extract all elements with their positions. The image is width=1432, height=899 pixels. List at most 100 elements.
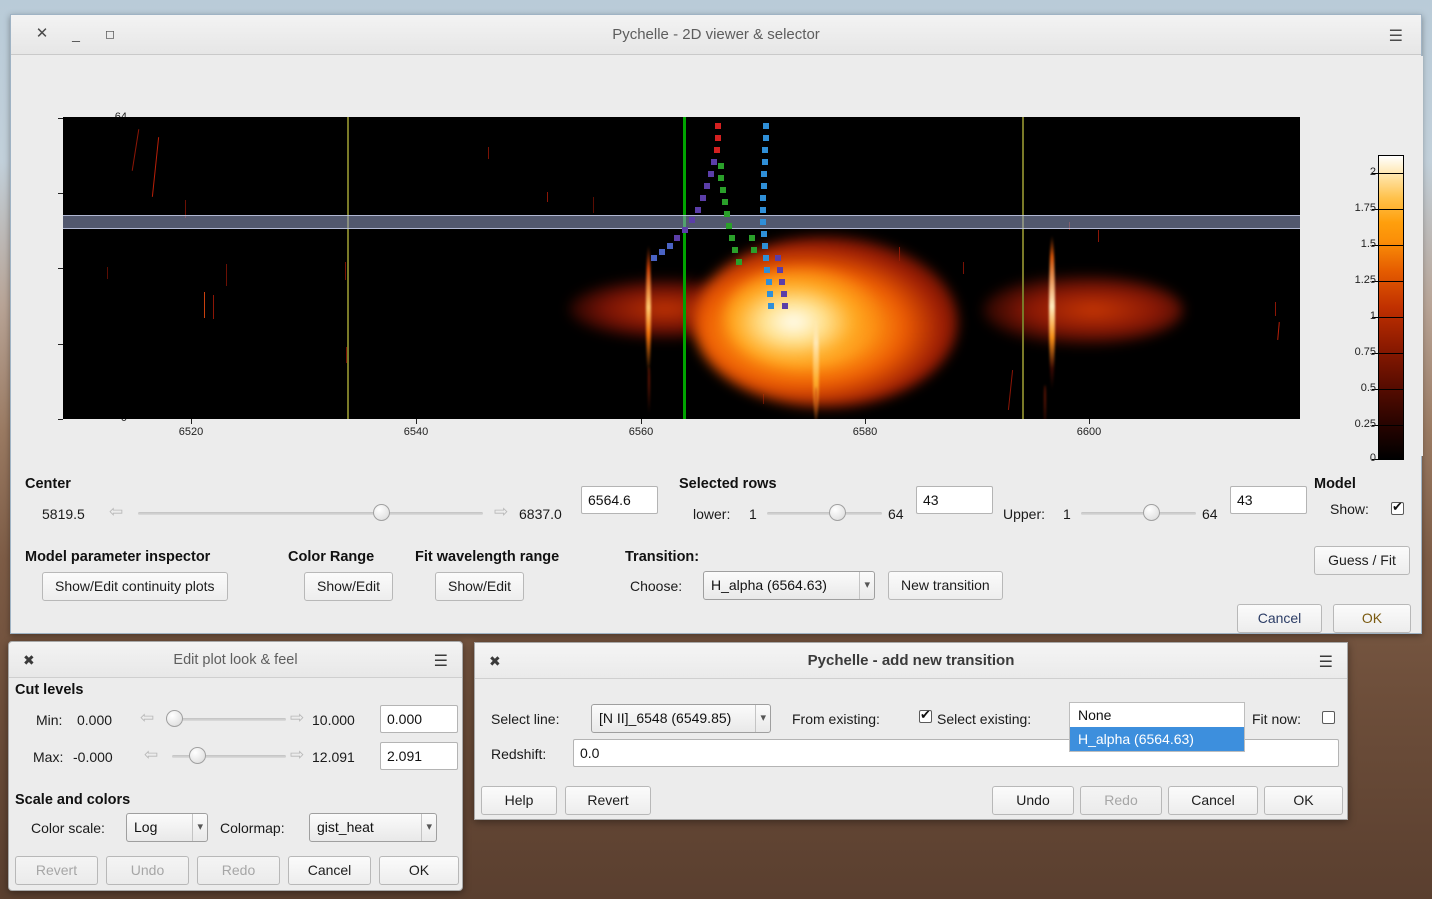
model-dot [751,247,757,253]
lookfeel-redo-button[interactable]: Redo [197,856,280,885]
main-cancel-button[interactable]: Cancel [1237,604,1322,633]
colorbar-tick-label: 1.75 [1354,202,1376,214]
model-dot [722,199,728,205]
model-dot [766,279,772,285]
redshift-label: Redshift: [491,746,547,762]
close-icon[interactable]: ✖ [489,653,501,670]
lower-row-input[interactable]: 43 [916,486,993,514]
dropdown-option-none[interactable]: None [1070,703,1244,727]
addtrans-help-button[interactable]: Help [481,786,557,815]
arrow-right-icon[interactable]: ⇨ [494,502,508,522]
center-input[interactable]: 6564.6 [581,486,658,514]
model-dot [763,255,769,261]
cut-min-input[interactable]: 0.000 [380,705,458,733]
model-dot [764,267,770,273]
hamburger-menu-icon[interactable]: ☰ [434,651,448,671]
model-dot [762,159,768,165]
colorbar-tick-label: 2 [1369,166,1376,178]
arrow-right-icon[interactable]: ⇨ [290,745,304,765]
main-window: ✕ _ ◻ Pychelle - 2D viewer & selector ☰ … [10,14,1423,634]
chevron-down-icon: ▾ [421,814,432,841]
fit-now-label: Fit now: [1252,711,1302,727]
fit-now-checkbox[interactable] [1322,711,1335,724]
center-line[interactable] [683,117,686,419]
cut-max-label: Max: [33,749,64,765]
dropdown-option-halpha[interactable]: H_alpha (6564.63) [1070,727,1244,751]
model-show-label: Show: [1330,501,1369,517]
color-scale-combo[interactable]: Log ▾ [126,813,208,842]
emission-tail [648,367,650,415]
colormap-combo[interactable]: gist_heat ▾ [309,813,437,842]
colorbar-tick-label: 0.25 [1354,418,1376,430]
color-range-show-edit-button[interactable]: Show/Edit [304,572,394,601]
addtrans-ok-button[interactable]: OK [1264,786,1343,815]
show-edit-continuity-plots-button[interactable]: Show/Edit continuity plots [42,572,228,601]
fit-range-line-right[interactable] [1022,117,1024,419]
x-tick-label: 6540 [403,426,429,438]
arrow-left-icon[interactable]: ⇦ [144,745,158,765]
model-show-checkbox[interactable] [1391,499,1404,515]
addtrans-cancel-button[interactable]: Cancel [1168,786,1258,815]
arrow-left-icon[interactable]: ⇦ [109,502,123,522]
guess-fit-button[interactable]: Guess / Fit [1314,546,1410,575]
new-transition-button[interactable]: New transition [888,571,1003,600]
cut-max-slider[interactable] [172,747,286,765]
model-dot [674,235,680,241]
upper-row-label: Upper: [1003,506,1046,522]
transition-combo[interactable]: H_alpha (6564.63) ▾ [703,571,875,600]
arrow-right-icon[interactable]: ⇨ [290,708,304,728]
select-existing-label: Select existing: [937,711,1032,727]
addtrans-revert-button[interactable]: Revert [565,786,651,815]
colorbar-tick-label: 1.5 [1360,238,1376,250]
select-existing-dropdown[interactable]: None H_alpha (6564.63) [1069,702,1245,752]
upper-row-input[interactable]: 43 [1230,486,1307,514]
emission-tail [815,387,817,419]
model-dot [724,211,730,217]
cosmic-ray-speck [131,129,140,171]
fit-range-line-left[interactable] [347,117,349,419]
select-line-label: Select line: [491,711,560,727]
select-line-combo[interactable]: [N II]_6548 (6549.85) ▾ [591,704,771,733]
model-param-inspector-label: Model parameter inspector [25,549,211,565]
upper-row-slider[interactable] [1081,504,1196,522]
center-slider[interactable] [138,504,483,522]
model-dot [736,259,742,265]
lower-row-label: lower: [693,506,731,522]
model-dot [779,279,785,285]
lookfeel-undo-button[interactable]: Undo [106,856,189,885]
cut-min-label: Min: [36,712,63,728]
main-ok-button[interactable]: OK [1333,604,1411,633]
color-range-label: Color Range [288,549,375,565]
chevron-down-icon: ▾ [755,705,766,732]
cut-min-slider[interactable] [166,710,286,728]
close-icon[interactable]: ✖ [23,652,35,669]
hamburger-menu-icon[interactable]: ☰ [1319,652,1333,672]
lower-row-slider[interactable] [767,504,882,522]
lower-row-min: 1 [749,506,757,522]
arrow-left-icon[interactable]: ⇦ [140,708,154,728]
lookfeel-ok-button[interactable]: OK [379,856,459,885]
main-titlebar: ✕ _ ◻ Pychelle - 2D viewer & selector ☰ [11,15,1421,55]
model-dot [768,303,774,309]
lower-row-max: 64 [888,506,904,522]
lookfeel-cancel-button[interactable]: Cancel [288,856,371,885]
addtrans-redo-button[interactable]: Redo [1080,786,1162,815]
hamburger-menu-icon[interactable]: ☰ [1389,26,1403,46]
transition-combo-value: H_alpha (6564.63) [711,577,827,593]
cosmic-ray-speck [345,262,346,280]
x-tick-mark [641,419,642,424]
from-existing-checkbox[interactable] [919,707,932,723]
fit-range-show-edit-button[interactable]: Show/Edit [435,572,525,601]
cosmic-ray-speck [593,197,594,213]
x-tick-mark [865,419,866,424]
emission-tail [1044,385,1046,419]
cut-max-input[interactable]: 2.091 [380,742,458,770]
upper-row-min: 1 [1063,506,1071,522]
lookfeel-revert-button[interactable]: Revert [15,856,98,885]
addtrans-undo-button[interactable]: Undo [992,786,1074,815]
model-dot [689,217,695,223]
model-dot [708,171,714,177]
center-group-label: Center [25,476,71,492]
cut-max-right-value: 12.091 [312,749,355,765]
heatmap-canvas[interactable] [63,117,1300,419]
